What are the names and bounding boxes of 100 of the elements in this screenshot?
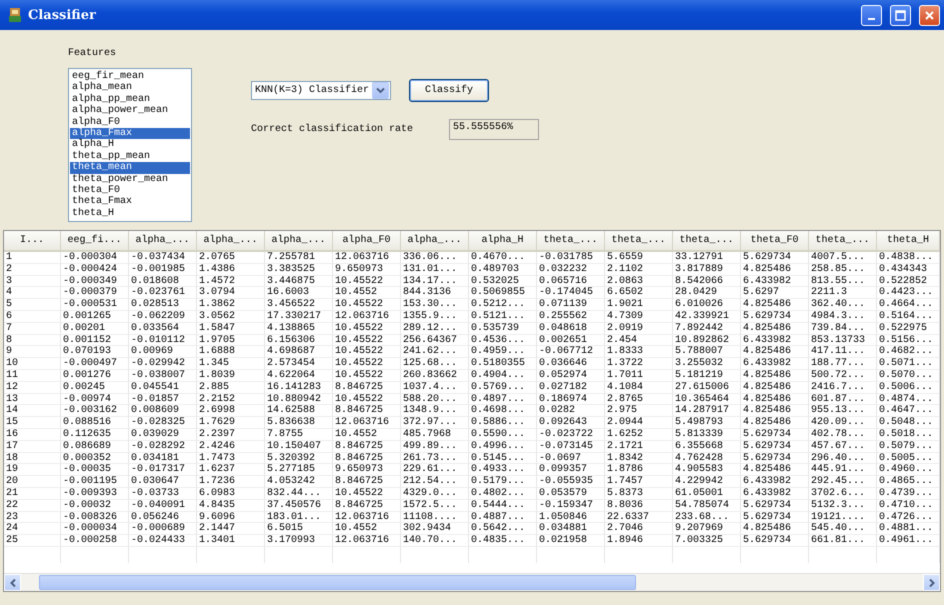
column-header[interactable]: alpha_F0 [333, 231, 401, 252]
table-cell: -0.000379 [61, 287, 129, 300]
column-header[interactable]: theta_H [877, 231, 940, 252]
list-item[interactable]: eeg_fir_mean [70, 71, 190, 82]
scrollbar-thumb[interactable] [39, 575, 636, 590]
chevron-right-icon [928, 578, 934, 586]
table-cell: 5.498793 [673, 417, 741, 429]
table-cell: -0.067712 [537, 346, 605, 358]
column-header[interactable]: eeg_fi... [61, 231, 129, 252]
table-cell: -0.017317 [129, 464, 197, 476]
table-cell: 0.027182 [537, 382, 605, 394]
table-cell: 10.4552 [333, 428, 401, 441]
list-item[interactable]: theta_power_mean [70, 174, 190, 186]
list-item[interactable]: alpha_pp_mean [70, 94, 190, 106]
table-cell: 0.5048... [877, 417, 940, 429]
column-header[interactable]: theta_... [537, 231, 605, 252]
table-cell: 2.2397 [197, 428, 265, 441]
table-cell: 6.433982 [741, 276, 809, 288]
table-cell: 0.4835... [469, 535, 537, 547]
table-cell: 256.64367 [401, 334, 469, 346]
table-cell: 4.825486 [741, 299, 809, 311]
table-cell: 8.846725 [333, 452, 401, 464]
scroll-right-button[interactable] [923, 574, 940, 591]
classifier-dropdown[interactable]: KNN(K=3) Classifier [251, 81, 391, 100]
column-header[interactable]: theta_... [809, 231, 877, 252]
table-cell: 0.4959... [469, 346, 537, 358]
list-item[interactable]: alpha_mean [70, 82, 190, 94]
maximize-button[interactable] [890, 4, 911, 26]
table-cell: 0.018608 [129, 276, 197, 288]
table-cell: 336.06... [401, 252, 469, 264]
list-item[interactable]: theta_pp_mean [70, 150, 190, 162]
table-cell: 0.5006... [877, 382, 940, 394]
table-cell: 0.039029 [129, 428, 197, 441]
table-cell: 9.650973 [333, 464, 401, 476]
table-cell: 28.0429 [673, 287, 741, 300]
chevron-left-icon [10, 578, 16, 586]
table-cell: 0.5156... [877, 334, 940, 346]
list-item[interactable]: theta_Fmax [70, 196, 190, 208]
close-button[interactable] [919, 4, 940, 26]
table-cell: -0.000531 [61, 299, 129, 311]
table-cell: -0.003162 [61, 405, 129, 418]
table-cell: 0.4726... [877, 512, 940, 524]
table-cell: 296.40... [809, 452, 877, 464]
list-item[interactable]: alpha_H [70, 139, 190, 151]
table-cell: 0.4933... [469, 464, 537, 476]
column-header[interactable]: I... [4, 231, 61, 252]
column-header[interactable]: alpha_H [469, 231, 537, 252]
table-cell: 3702.6... [809, 488, 877, 500]
table-cell: 12 [4, 382, 61, 394]
table-cell: 402.78... [809, 428, 877, 441]
list-item[interactable]: theta_mean [70, 162, 190, 174]
table-cell: 0.0282 [537, 405, 605, 418]
table-cell: 4.7309 [605, 310, 673, 323]
list-item[interactable]: alpha_power_mean [70, 105, 190, 117]
column-header[interactable]: alpha_... [265, 231, 333, 252]
table-cell: 18 [4, 452, 61, 464]
table-cell: 1.4386 [197, 264, 265, 276]
column-header[interactable]: alpha_... [197, 231, 265, 252]
table-cell: 0.255562 [537, 310, 605, 323]
table-cell: 131.01... [401, 264, 469, 276]
table-cell: 3.0794 [197, 287, 265, 300]
table-cell: 0.021958 [537, 535, 605, 547]
table-cell: 7.8755 [265, 428, 333, 441]
table-cell: 4.825486 [741, 417, 809, 429]
minimize-button[interactable] [861, 4, 882, 26]
table-cell: 153.30... [401, 299, 469, 311]
table-cell: 4329.0... [401, 488, 469, 500]
list-item[interactable]: alpha_F0 [70, 116, 190, 128]
table-cell: 12.063716 [333, 535, 401, 547]
column-header[interactable]: theta_... [673, 231, 741, 252]
table-cell: 9.207969 [673, 523, 741, 536]
list-item[interactable]: theta_F0 [70, 185, 190, 196]
table-cell: 10.45522 [333, 370, 401, 382]
column-header[interactable]: alpha_... [129, 231, 197, 252]
table-cell: 739.84... [809, 322, 877, 335]
table-cell: 445.91... [809, 464, 877, 476]
list-item[interactable]: alpha_Fmax [70, 128, 190, 140]
column-header[interactable]: alpha_... [401, 231, 469, 252]
table-cell: 10.150407 [265, 440, 333, 453]
table-cell: 5.629734 [741, 512, 809, 524]
table-cell: 13 [4, 394, 61, 406]
table-cell: -0.174045 [537, 287, 605, 300]
table-cell: 0.5121... [469, 310, 537, 323]
table-cell: -0.000304 [61, 252, 129, 264]
table-cell: 5.8373 [605, 488, 673, 500]
table-cell: 21 [4, 488, 61, 500]
table-cell: 417.11... [809, 346, 877, 358]
list-item[interactable]: theta_H [70, 208, 190, 220]
column-header[interactable]: theta_... [605, 231, 673, 252]
table-cell: 233.68... [673, 512, 741, 524]
scroll-left-button[interactable] [4, 574, 21, 591]
table-cell: 5.629734 [741, 452, 809, 464]
table-cell: 0.5444... [469, 500, 537, 512]
classify-button[interactable]: Classify [409, 79, 489, 102]
table-cell: 6.433982 [741, 334, 809, 346]
table-cell: 4.905583 [673, 464, 741, 476]
column-header[interactable]: theta_F0 [741, 231, 809, 252]
table-cell: 258.85... [809, 264, 877, 276]
table-cell: 4.8435 [197, 500, 265, 512]
table-cell: 0.5886... [469, 417, 537, 429]
